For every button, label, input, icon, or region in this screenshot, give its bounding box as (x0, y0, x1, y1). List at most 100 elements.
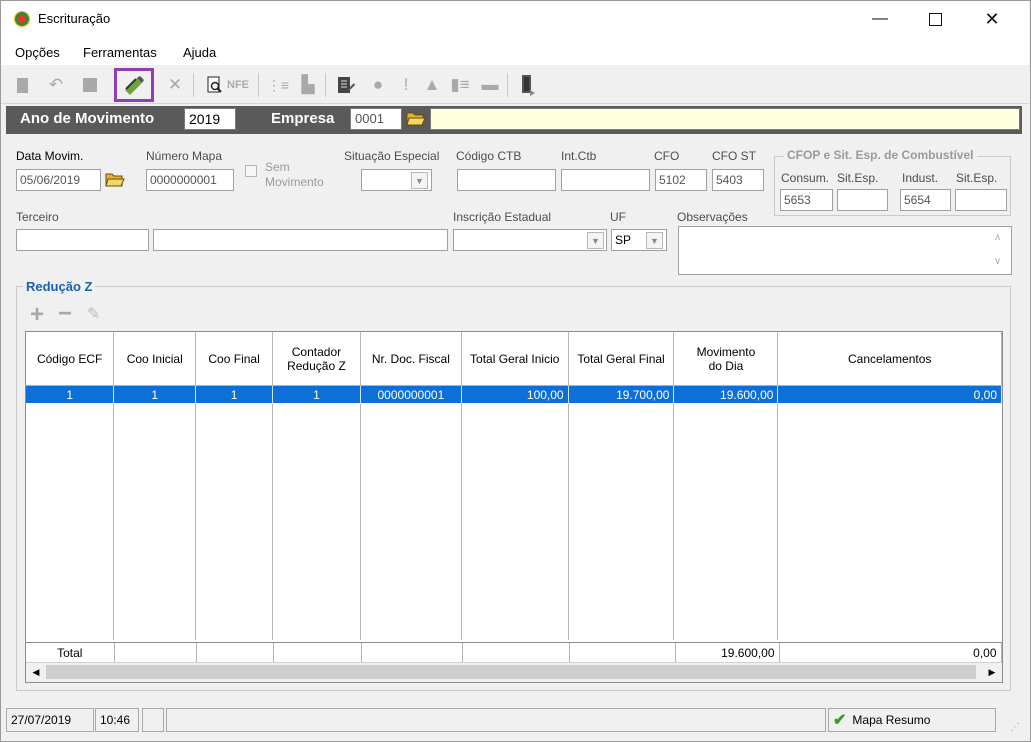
empresa-code-field[interactable]: 0001 (350, 108, 402, 130)
situacao-dropdown-button[interactable]: ▼ (411, 172, 428, 189)
column-header-text: Movimento do Dia (696, 344, 756, 373)
chevron-down-icon: ▼ (650, 235, 659, 246)
edit-icon[interactable] (122, 72, 146, 98)
inscricao-estadual-select[interactable] (453, 229, 607, 251)
cell-contador[interactable]: 1 (272, 385, 361, 404)
cell-cancelamentos[interactable]: 0,00 (777, 385, 1002, 404)
table-row[interactable]: 1 1 1 1 0000000001 100,00 19.700,00 19.6… (26, 385, 1002, 404)
scroll-up-icon[interactable]: ∧ (994, 232, 1001, 243)
cell-coo-inicial[interactable]: 1 (113, 385, 197, 404)
data-movim-field[interactable]: 05/06/2019 (16, 169, 101, 191)
reducao-z-table: Código ECF Coo Inicial Coo Final Contado… (26, 332, 1002, 640)
column-header[interactable]: Total Geral Final (568, 332, 675, 386)
uf-dropdown-button[interactable]: ▼ (646, 232, 663, 249)
empresa-name-field[interactable] (430, 108, 1020, 130)
cell-total-final[interactable]: 19.700,00 (568, 385, 675, 404)
house-icon[interactable]: ▲ (420, 72, 444, 98)
toolbar-separator (507, 73, 508, 97)
column-header[interactable]: Coo Final (195, 332, 273, 386)
new-icon[interactable] (10, 72, 34, 98)
consum-field[interactable]: 5653 (780, 189, 833, 211)
maximize-button[interactable] (912, 1, 958, 37)
nfe-icon[interactable]: NFE (226, 72, 250, 98)
terceiro-label: Terceiro (16, 210, 59, 224)
folder-open-icon (105, 173, 125, 186)
exit-door-icon[interactable] (516, 72, 540, 98)
sem-movimento-label-1: Sem (265, 160, 290, 174)
situacao-especial-label: Situação Especial (344, 149, 440, 163)
indust-label: Indust. (902, 171, 939, 185)
reducao-z-title: Redução Z (23, 279, 96, 294)
mapa-resumo-panel: ✔ Mapa Resumo (828, 708, 996, 732)
column-header[interactable]: Total Geral Inicio (461, 332, 569, 386)
inscricao-label: Inscrição Estadual (453, 210, 552, 224)
column-header[interactable]: Nr. Doc. Fiscal (360, 332, 462, 386)
cell-coo-final[interactable]: 1 (195, 385, 273, 404)
int-ctb-field[interactable] (561, 169, 650, 191)
inscricao-dropdown-button[interactable]: ▼ (587, 232, 604, 249)
totals-cancelamentos: 0,00 (779, 643, 1002, 662)
cell-movimento[interactable]: 19.600,00 (673, 385, 779, 404)
data-movim-folder-button[interactable] (104, 169, 126, 189)
terceiro-code-field[interactable] (16, 229, 149, 251)
status-time: 10:46 (95, 708, 139, 732)
ano-movimento-field[interactable]: 2019 (184, 108, 236, 130)
ano-movimento-label: Ano de Movimento (20, 110, 155, 127)
empresa-label: Empresa (271, 110, 335, 127)
indust-sit-esp-field[interactable] (955, 189, 1007, 211)
cell-codigo-ecf[interactable]: 1 (26, 385, 115, 404)
menu-opcoes[interactable]: Opções (15, 45, 60, 60)
print-preview-icon[interactable] (203, 72, 227, 98)
cfo-st-field[interactable]: 5403 (712, 169, 764, 191)
report-icon[interactable] (334, 72, 358, 98)
grid-empty-area (26, 403, 1002, 640)
column-header[interactable]: Movimento do Dia (673, 332, 779, 386)
remove-icon[interactable]: − (58, 302, 72, 326)
column-header[interactable]: Código ECF (26, 332, 115, 386)
chevron-down-icon: ▼ (415, 175, 424, 186)
maximize-icon (928, 12, 942, 26)
indust-field[interactable]: 5654 (900, 189, 951, 211)
status-message (166, 708, 826, 732)
stop-icon[interactable] (78, 72, 102, 98)
resize-grip-icon[interactable]: ⋰ (1010, 722, 1020, 733)
consum-label: Consum. (781, 171, 830, 185)
export-icon[interactable]: ▙ (296, 72, 320, 98)
scrollbar-thumb[interactable] (46, 665, 976, 679)
minimize-button[interactable]: — (857, 1, 903, 37)
codigo-ctb-field[interactable] (457, 169, 556, 191)
scroll-left-icon[interactable]: ◀ (28, 664, 44, 680)
empresa-folder-button[interactable] (405, 108, 427, 128)
pin-icon[interactable]: ! (394, 72, 418, 98)
numero-mapa-field[interactable]: 0000000001 (146, 169, 234, 191)
delete-icon[interactable]: ✕ (163, 72, 187, 98)
close-button[interactable]: ✕ (969, 1, 1015, 37)
observacoes-textarea[interactable] (678, 226, 1012, 275)
totals-table: Total 19.600,00 0,00 (26, 643, 1002, 662)
undo-icon[interactable]: ↶ (44, 72, 68, 98)
cfo-field[interactable]: 5102 (655, 169, 707, 191)
column-header[interactable]: Contador Redução Z (272, 332, 361, 386)
add-icon[interactable]: + (30, 303, 44, 327)
terceiro-name-field[interactable] (153, 229, 448, 251)
totals-row: Total 19.600,00 0,00 (26, 642, 1002, 662)
apple-icon[interactable]: ● (366, 72, 390, 98)
column-header-text: Contador Redução Z (287, 344, 346, 373)
sem-movimento-checkbox[interactable] (245, 165, 257, 177)
column-header[interactable]: Coo Inicial (113, 332, 197, 386)
cfo-label: CFO (654, 149, 680, 163)
tree-icon[interactable]: ⋮≡ (266, 72, 290, 98)
scroll-right-icon[interactable]: ▶ (984, 664, 1000, 680)
menu-ajuda[interactable]: Ajuda (183, 45, 216, 60)
list-icon[interactable]: ▮≡ (448, 72, 472, 98)
consum-sit-esp-field[interactable] (837, 189, 888, 211)
scroll-down-icon[interactable]: ∨ (994, 256, 1001, 267)
edit-pencil-icon[interactable]: ✎ (87, 304, 100, 324)
menu-ferramentas[interactable]: Ferramentas (83, 45, 157, 60)
minus-icon[interactable]: ▬ (478, 72, 502, 98)
mapa-resumo-label: Mapa Resumo (852, 713, 931, 727)
cell-nr-doc[interactable]: 0000000001 (360, 385, 462, 404)
numero-mapa-label: Número Mapa (146, 149, 223, 163)
column-header[interactable]: Cancelamentos (777, 332, 1002, 386)
cell-total-inicio[interactable]: 100,00 (461, 385, 569, 404)
